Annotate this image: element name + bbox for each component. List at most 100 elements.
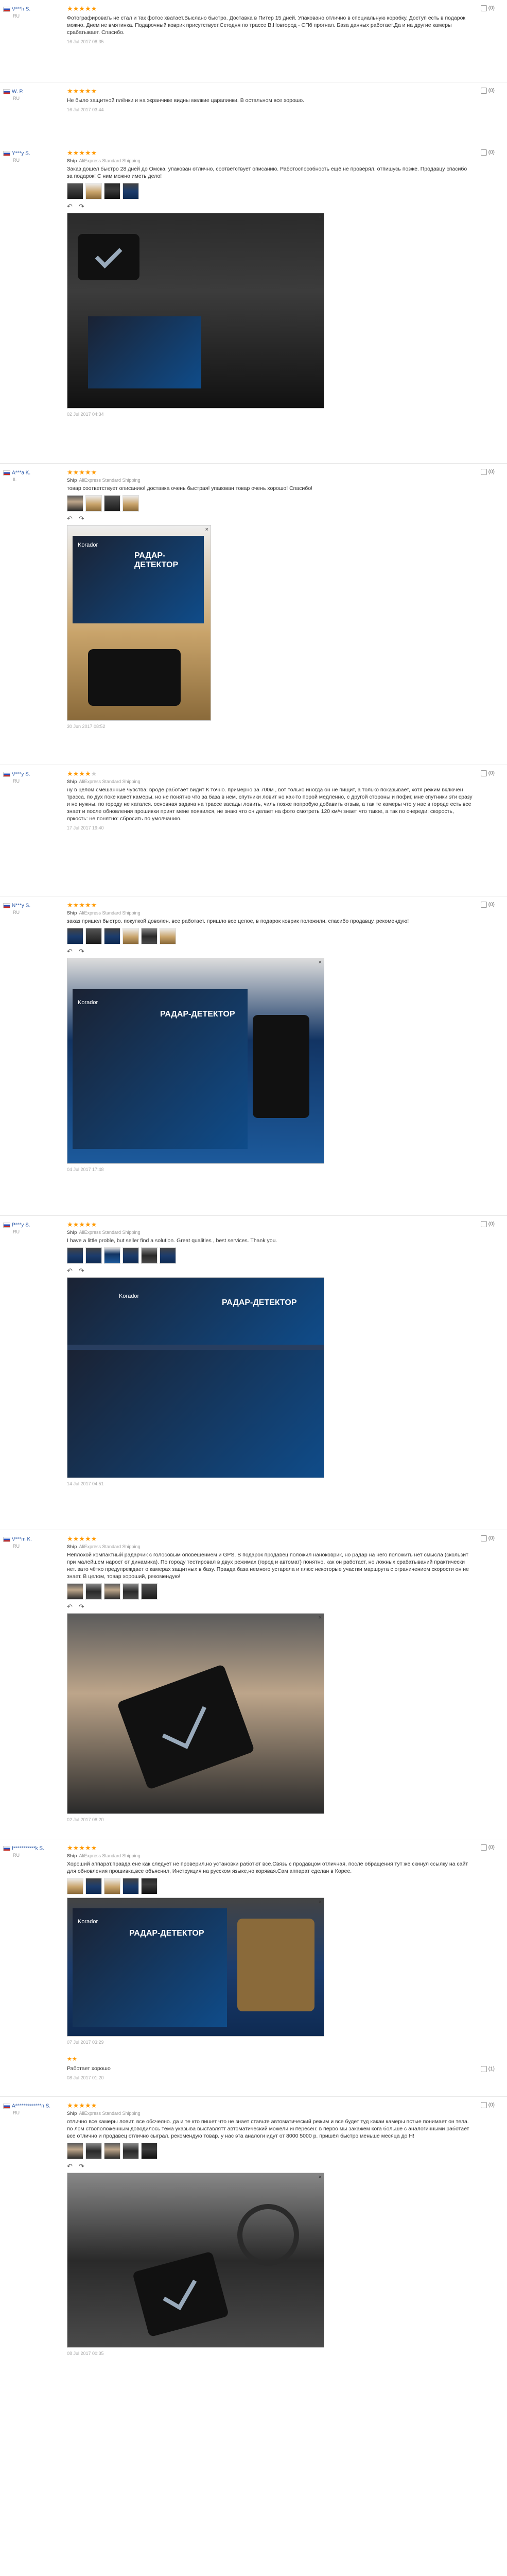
shipping-label: Ship — [67, 1853, 77, 1858]
thumbs-up-icon — [480, 770, 487, 776]
photo-thumbnail[interactable] — [104, 2143, 120, 2159]
photo-thumbnail[interactable] — [104, 495, 120, 512]
rotate-left-icon[interactable]: ↶ — [67, 1603, 73, 1611]
photo-thumbnail[interactable] — [67, 1247, 83, 1264]
helpful-button[interactable]: (0) — [480, 149, 495, 156]
photo-thumbnails — [67, 1878, 474, 1895]
photo-thumbnail[interactable] — [85, 1247, 102, 1264]
photo-thumbnail[interactable] — [123, 1247, 139, 1264]
rotate-right-icon[interactable]: ↷ — [79, 947, 84, 955]
photo-thumbnail[interactable] — [85, 183, 102, 199]
reviewer-name[interactable]: V***m K. — [12, 1536, 32, 1542]
star-rating: ★★★★★ — [67, 2102, 97, 2109]
photo-thumbnail[interactable] — [85, 495, 102, 512]
reviewer-country: RU — [13, 778, 20, 784]
photo-thumbnail[interactable] — [104, 1878, 120, 1894]
helpful-button[interactable]: (0) — [480, 1844, 495, 1851]
shipping-label: Ship — [67, 1230, 77, 1235]
shipping-info: Ship AliExpress Standard Shipping — [67, 1544, 474, 1549]
review-content: ★★★★★ Ship AliExpress Standard Shipping Х… — [67, 1844, 474, 2045]
rotate-right-icon[interactable]: ↷ — [79, 202, 84, 210]
reviewer-name[interactable]: Y***y S. — [12, 150, 30, 156]
reviewer-name[interactable]: V***h S. — [12, 6, 30, 12]
rotate-right-icon[interactable]: ↷ — [79, 1603, 84, 1611]
box-title: РАДАР-ДЕТЕКТОР — [160, 1010, 235, 1019]
photo-thumbnail[interactable] — [123, 1583, 139, 1600]
review-date: 08 Jul 2017 00:35 — [67, 2351, 104, 2356]
close-icon[interactable]: × — [319, 2174, 322, 2180]
photo-thumbnail[interactable] — [104, 1247, 120, 1264]
reviewer-name[interactable]: P***y S. — [12, 1222, 30, 1228]
review-text: Неплохой компактный радарчик с голосовым… — [67, 1552, 469, 1580]
star-rating: ★★★★★ — [67, 1535, 97, 1543]
photo-thumbnail[interactable] — [141, 928, 158, 944]
rotate-right-icon[interactable]: ↷ — [79, 1267, 84, 1275]
photo-thumbnail[interactable] — [123, 928, 139, 944]
rotate-left-icon[interactable]: ↶ — [67, 947, 73, 955]
photo-thumbnail[interactable] — [104, 1583, 120, 1600]
rotate-left-icon[interactable]: ↶ — [67, 2162, 73, 2170]
shipping-method: AliExpress Standard Shipping — [79, 1230, 141, 1235]
photo-thumbnail[interactable] — [85, 1583, 102, 1600]
star-rating: ★★ — [67, 2056, 77, 2062]
photo-thumbnails — [67, 928, 474, 945]
photo-thumbnail[interactable] — [141, 1583, 158, 1600]
helpful-button[interactable]: (0) — [480, 770, 495, 776]
flag-icon — [3, 771, 10, 777]
photo-thumbnail[interactable] — [160, 1247, 176, 1264]
photo-thumbnail[interactable] — [123, 2143, 139, 2159]
photo-thumbnail[interactable] — [104, 928, 120, 944]
helpful-button[interactable]: (0) — [480, 5, 495, 11]
helpful-button[interactable]: (0) — [480, 1221, 495, 1227]
review-item: W. P. RU ★★★★★ Не было защитной плёнки и… — [0, 82, 507, 144]
close-icon[interactable]: × — [205, 527, 208, 533]
reviewer-name[interactable]: A*************n S. — [12, 2103, 50, 2109]
review-content: ★★ Работает хорошо 08 Jul 2017 01:20 — [67, 2056, 474, 2080]
helpful-button[interactable]: (0) — [480, 1535, 495, 1541]
close-icon[interactable]: × — [319, 214, 322, 221]
close-icon[interactable]: × — [319, 959, 322, 965]
photo-thumbnail[interactable] — [141, 1878, 158, 1894]
rotate-left-icon[interactable]: ↶ — [67, 515, 73, 522]
photo-thumbnail[interactable] — [123, 1878, 139, 1894]
rotate-right-icon[interactable]: ↷ — [79, 2162, 84, 2170]
photo-thumbnail[interactable] — [123, 495, 139, 512]
photo-thumbnail[interactable] — [85, 928, 102, 944]
product-box-image: Korador РАДАР-ДЕТЕКТОР — [73, 989, 248, 1149]
device-image — [78, 234, 139, 280]
rotate-right-icon[interactable]: ↷ — [79, 515, 84, 522]
photo-thumbnail[interactable] — [141, 2143, 158, 2159]
helpful-button[interactable]: (1) — [480, 2066, 495, 2072]
shipping-label: Ship — [67, 2111, 77, 2116]
photo-thumbnail[interactable] — [85, 2143, 102, 2159]
photo-thumbnail[interactable] — [67, 1878, 83, 1894]
photo-thumbnail[interactable] — [123, 183, 139, 199]
photo-thumbnail[interactable] — [67, 495, 83, 512]
photo-thumbnail[interactable] — [104, 183, 120, 199]
reviewer-name[interactable]: A***a K. — [12, 470, 30, 476]
photo-thumbnail[interactable] — [85, 1878, 102, 1894]
helpful-button[interactable]: (0) — [480, 88, 495, 94]
photo-thumbnail[interactable] — [67, 1583, 83, 1600]
shipping-label: Ship — [67, 779, 77, 784]
close-icon[interactable]: × — [319, 1615, 322, 1621]
reviewer-name[interactable]: V***y S. — [12, 771, 30, 777]
photo-thumbnail[interactable] — [160, 928, 176, 944]
photo-thumbnail[interactable] — [67, 928, 83, 944]
helpful-button[interactable]: (0) — [480, 469, 495, 475]
review-item: N***y S. RU ★★★★★ Ship AliExpress Standar… — [0, 896, 507, 1216]
reviewer-name[interactable]: I***********k S. — [12, 1845, 44, 1851]
close-icon[interactable]: × — [319, 1899, 322, 1905]
reviewer-name[interactable]: N***y S. — [12, 903, 30, 908]
photo-thumbnail[interactable] — [67, 183, 83, 199]
photo-thumbnail[interactable] — [67, 2143, 83, 2159]
photo-thumbnail[interactable] — [141, 1247, 158, 1264]
reviewer-name[interactable]: W. P. — [12, 89, 24, 94]
rotate-left-icon[interactable]: ↶ — [67, 202, 73, 210]
helpful-count: (0) — [488, 5, 495, 11]
helpful-count: (0) — [488, 2102, 495, 2108]
helpful-button[interactable]: (0) — [480, 2102, 495, 2108]
rotate-left-icon[interactable]: ↶ — [67, 1267, 73, 1275]
helpful-button[interactable]: (0) — [480, 902, 495, 908]
reviewer-info: A*************n S. RU — [3, 2102, 60, 2115]
